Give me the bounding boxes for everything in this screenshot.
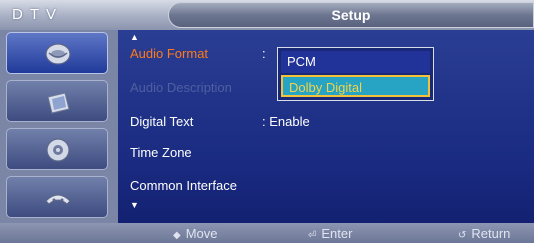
help-move: ◆ Move [173,223,218,243]
tv-screen: DTV Setup ▲ Audio Format: Audio Descrip… [0,0,534,243]
menu-item-label: Digital Text [130,114,194,129]
audio-format-dropdown[interactable]: PCM Dolby Digital [277,47,434,101]
menu-item-label: Common Interface [130,178,237,193]
help-enter: ⏎ Enter [308,223,352,243]
scroll-down-icon[interactable]: ▼ [130,200,139,210]
title-pill: Setup [168,2,534,28]
help-enter-label: Enter [321,226,353,241]
help-bar: ◆ Move ⏎ Enter ↺ Return [0,223,534,243]
sidebar-item-input[interactable] [6,176,108,218]
settings-gear-icon [46,138,70,162]
sidebar [0,30,118,223]
return-icon: ↺ [458,230,467,241]
help-move-label: Move [185,226,218,241]
menu-item-label: Audio Format [130,46,209,61]
title-bar: DTV Setup [0,0,534,30]
sidebar-item-settings[interactable] [6,128,108,170]
menu-item-value: : [262,46,266,61]
help-return: ↺ Return [458,223,510,243]
menu-item-audio-description: Audio Description [130,78,232,98]
mode-label: DTV [12,6,63,23]
menu-item-value: : Enable [262,114,310,129]
menu-item-audio-format[interactable]: Audio Format : [130,44,266,64]
satellite-dish-icon [45,43,71,65]
menu-item-common-interface[interactable]: Common Interface [130,176,237,196]
menu-item-digital-text[interactable]: Digital Text : Enable [130,112,310,132]
menu-item-time-zone[interactable]: Time Zone [130,143,192,163]
scroll-up-icon[interactable]: ▲ [130,32,139,42]
help-return-label: Return [471,226,511,241]
sidebar-item-picture[interactable] [6,80,108,122]
sidebar-item-channel[interactable] [6,32,108,74]
move-icon: ◆ [173,230,181,241]
input-plug-icon [45,194,71,205]
dropdown-option-dolby-digital[interactable]: Dolby Digital [281,75,430,97]
menu-item-label: Audio Description [130,80,232,95]
picture-icon [47,92,70,114]
enter-icon: ⏎ [308,230,317,241]
page-title: Setup [331,7,371,23]
menu-item-label: Time Zone [130,145,192,160]
dropdown-option-pcm[interactable]: PCM [281,51,430,73]
